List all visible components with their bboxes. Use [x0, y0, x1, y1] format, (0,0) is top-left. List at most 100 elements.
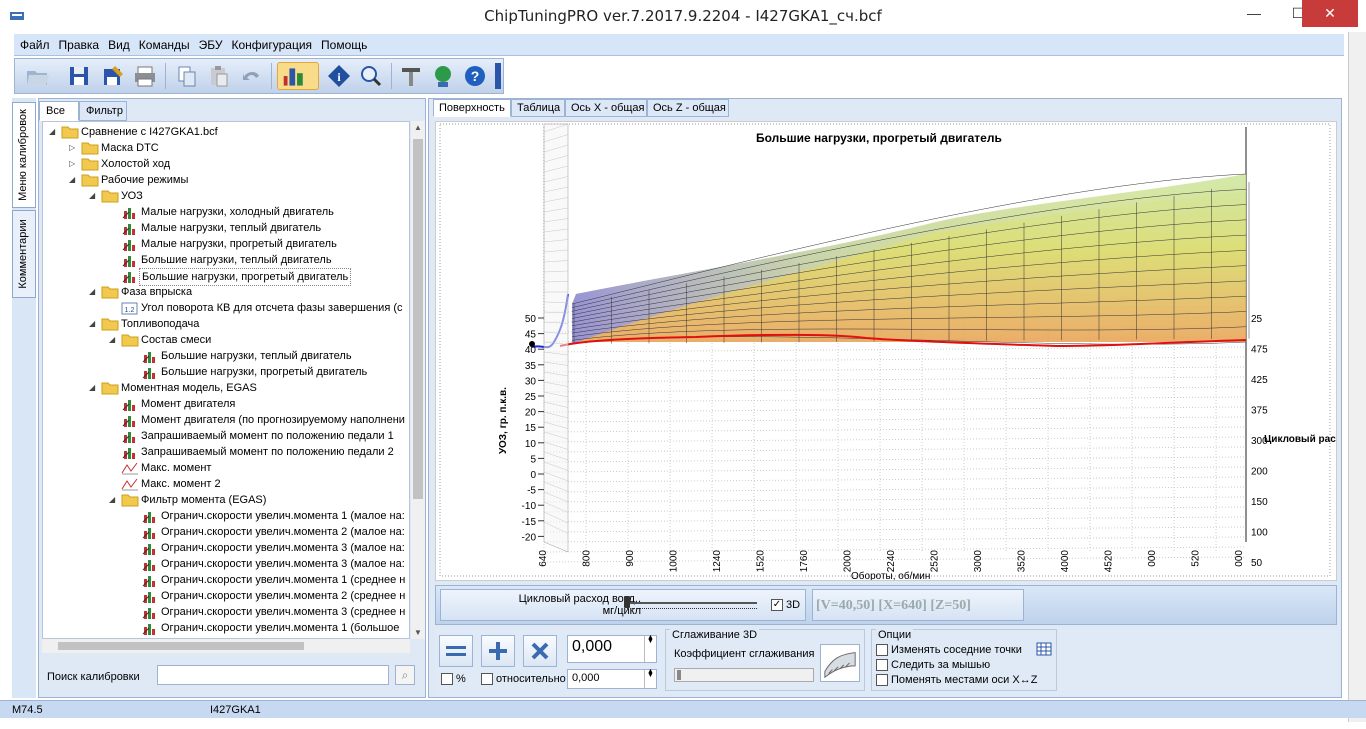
surface-plot[interactable]: 50454035302520151050-5-10-15-20 640 800 90…: [436, 122, 1336, 580]
tree-node[interactable]: Малые нагрузки, прогретый двигатель: [109, 236, 409, 252]
tab-filter[interactable]: Фильтр: [79, 101, 127, 121]
tree-node[interactable]: 1.2 Угол поворота КВ для отсчета фазы зав…: [109, 300, 409, 316]
tree-node[interactable]: ▷ Холостой ход: [69, 156, 409, 172]
tree-node[interactable]: Огранич.скорости увелич.момента 1 (малое…: [129, 508, 409, 524]
menu-view[interactable]: Вид: [102, 34, 133, 52]
print-icon[interactable]: [131, 62, 159, 90]
help-icon[interactable]: ?: [461, 62, 489, 90]
tab-surface[interactable]: Поверхность: [433, 99, 511, 117]
option-neighbors[interactable]: Изменять соседние точки: [876, 644, 1022, 657]
paste-icon[interactable]: [205, 62, 233, 90]
tree-node[interactable]: ▷ Маска DTC: [69, 140, 409, 156]
tab-table[interactable]: Таблица: [511, 99, 565, 117]
relative-checkbox[interactable]: относительно: [481, 673, 566, 686]
info-icon[interactable]: i: [325, 62, 353, 90]
tree-node[interactable]: Большие нагрузки, теплый двигатель: [129, 348, 409, 364]
check-3d[interactable]: ✓ 3D: [771, 599, 800, 612]
tab-comments[interactable]: Комментарии: [12, 210, 36, 298]
relative-value-input[interactable]: 0,000 ▲ ▼: [567, 668, 657, 689]
tree-node[interactable]: Малые нагрузки, холодный двигатель: [109, 204, 409, 220]
relative-spinner[interactable]: ▲ ▼: [644, 668, 656, 688]
network-icon[interactable]: [429, 62, 457, 90]
tools-icon[interactable]: [397, 62, 425, 90]
tree-node[interactable]: Огранич.скорости увелич.момента 3 (малое…: [129, 556, 409, 572]
tree-node[interactable]: Большие нагрузки, теплый двигатель: [109, 252, 409, 268]
expand-arrow-icon[interactable]: ◢: [69, 172, 79, 188]
menu-help[interactable]: Помощь: [315, 34, 370, 52]
zoom-icon[interactable]: [357, 62, 385, 90]
tree-node[interactable]: ◢ Состав смеси: [109, 332, 409, 348]
undo-icon[interactable]: [237, 62, 265, 90]
value-spinner[interactable]: ▲ ▼: [644, 634, 656, 662]
tree-node[interactable]: ◢ Фаза впрыска: [89, 284, 409, 300]
menu-file[interactable]: Файл: [14, 34, 53, 52]
expand-arrow-icon[interactable]: ◢: [109, 492, 119, 508]
value-input[interactable]: 0,000 ▲ ▼: [567, 634, 657, 663]
slider-thumb[interactable]: [624, 596, 630, 608]
expand-arrow-icon[interactable]: ◢: [89, 188, 99, 204]
right-edge-scrollbar[interactable]: [1348, 32, 1366, 722]
slider-track[interactable]: [627, 602, 757, 604]
tree-node[interactable]: ◢ Моментная модель, EGAS: [89, 380, 409, 396]
expand-arrow-icon[interactable]: ▷: [69, 140, 79, 156]
expand-arrow-icon[interactable]: ◢: [89, 316, 99, 332]
tree-node[interactable]: Макс. момент 2: [109, 476, 409, 492]
smoothing-slider[interactable]: [674, 668, 814, 682]
tree-node[interactable]: ◢ Топливоподача: [89, 316, 409, 332]
tree-node[interactable]: Момент двигателя: [109, 396, 409, 412]
compare-icon[interactable]: [277, 62, 319, 90]
tree-node[interactable]: Огранич.скорости увелич.момента 1 (средн…: [129, 572, 409, 588]
tree-horizontal-scrollbar[interactable]: [42, 639, 410, 653]
save-icon[interactable]: [65, 62, 93, 90]
expand-arrow-icon[interactable]: ◢: [49, 124, 59, 140]
tree-node[interactable]: Огранич.скорости увелич.момента 1 (больш…: [129, 620, 409, 636]
open-icon[interactable]: [23, 62, 51, 90]
tree-node[interactable]: Большие нагрузки, прогретый двигатель: [109, 268, 409, 286]
minimize-button[interactable]: —: [1232, 0, 1276, 27]
equals-button[interactable]: [439, 635, 473, 667]
tree-node[interactable]: Запрашиваемый момент по положению педали…: [109, 428, 409, 444]
expand-arrow-icon[interactable]: ◢: [109, 332, 119, 348]
tree-node[interactable]: Огранич.скорости увелич.момента 3 (малое…: [129, 540, 409, 556]
search-input[interactable]: [157, 665, 389, 685]
copy-icon[interactable]: [173, 62, 201, 90]
menu-ecu[interactable]: ЭБУ: [193, 34, 226, 52]
tree-node[interactable]: Момент двигателя (по прогнозируемому нап…: [109, 412, 409, 428]
tree-node[interactable]: ◢ Сравнение с I427GKA1.bcf: [49, 124, 409, 140]
tab-all[interactable]: Все: [39, 101, 79, 121]
tree-node[interactable]: ◢ Фильтр момента (EGAS): [109, 492, 409, 508]
menu-config[interactable]: Конфигурация: [225, 34, 315, 52]
calibration-tree[interactable]: ◢ Сравнение с I427GKA1.bcf ▷ Маска DTC ▷ Холо…: [42, 121, 410, 639]
tree-node[interactable]: Запрашиваемый момент по положению педали…: [109, 444, 409, 460]
menu-commands[interactable]: Команды: [133, 34, 193, 52]
tree-node[interactable]: Малые нагрузки, теплый двигатель: [109, 220, 409, 236]
option-follow-mouse[interactable]: Следить за мышью: [876, 659, 990, 672]
tree-node[interactable]: Большие нагрузки, прогретый двигатель: [129, 364, 409, 380]
scroll-thumb[interactable]: [58, 642, 304, 650]
surface-chart[interactable]: 50 45 40 35 30 25 20 15 10 5 0 -5 -10 -15 -20 640 800 90…: [435, 121, 1337, 581]
multiply-button[interactable]: [523, 635, 557, 667]
tree-node[interactable]: Огранич.скорости увелич.момента 2 (средн…: [129, 588, 409, 604]
tree-node[interactable]: Макс. момент: [109, 460, 409, 476]
tree-node[interactable]: Огранич.скорости увелич.момента 2 (малое…: [129, 524, 409, 540]
percent-checkbox[interactable]: %: [441, 673, 466, 686]
tab-calibration-menu[interactable]: Меню калибровок: [12, 102, 36, 208]
add-button[interactable]: [481, 635, 515, 667]
tab-axis-z[interactable]: Ось Z - общая: [647, 99, 729, 117]
tab-axis-x[interactable]: Ось X - общая: [565, 99, 647, 117]
tree-node[interactable]: ◢ УОЗ: [89, 188, 409, 204]
expand-arrow-icon[interactable]: ◢: [89, 284, 99, 300]
option-swap-axes[interactable]: Поменять местами оси X↔Z: [876, 674, 1037, 687]
tree-node[interactable]: ◢ Рабочие режимы: [69, 172, 409, 188]
check-3d-box[interactable]: ✓: [771, 599, 783, 612]
smoothing-thumb[interactable]: [677, 670, 681, 680]
expand-arrow-icon[interactable]: ◢: [89, 380, 99, 396]
grid-icon[interactable]: [1036, 642, 1052, 656]
search-icon[interactable]: ⌕: [395, 665, 415, 685]
tree-vertical-scrollbar[interactable]: ▲ ▼: [411, 121, 425, 639]
expand-arrow-icon[interactable]: ▷: [69, 156, 79, 172]
menu-edit[interactable]: Правка: [53, 34, 103, 52]
save-as-icon[interactable]: [99, 62, 127, 90]
smooth-apply-button[interactable]: [820, 644, 860, 682]
close-button[interactable]: ✕: [1302, 0, 1358, 27]
